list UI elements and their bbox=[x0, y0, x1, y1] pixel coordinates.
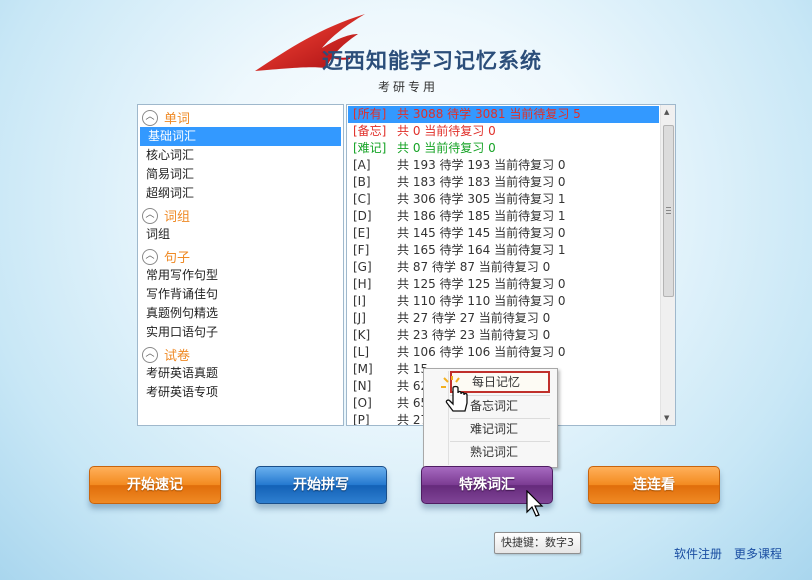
category-group-phrases: ︿ 词组 词组 bbox=[138, 206, 343, 244]
match-game-button[interactable]: 连连看 bbox=[588, 466, 720, 504]
row-stats: 共 23 待学 23 当前待复习 0 bbox=[397, 328, 551, 342]
row-stats: 共 186 待学 185 当前待复习 1 bbox=[397, 209, 566, 223]
category-group-title: 单词 bbox=[164, 112, 191, 127]
row-stats: 共 183 待学 183 当前待复习 0 bbox=[397, 175, 566, 189]
category-group-title: 词组 bbox=[164, 210, 191, 225]
row-tag: [K] bbox=[353, 328, 371, 342]
row-tag: [N] bbox=[353, 379, 372, 393]
start-spelling-button[interactable]: 开始拼写 bbox=[255, 466, 387, 504]
row-stats: 共 145 待学 145 当前待复习 0 bbox=[397, 226, 566, 240]
shortcut-tooltip: 快捷键：数字3 bbox=[494, 532, 581, 554]
row-tag: [J] bbox=[353, 311, 366, 325]
row-stats: 共 106 待学 106 当前待复习 0 bbox=[397, 345, 566, 359]
app-subtitle: 考研专用 bbox=[378, 80, 439, 94]
row-tag: [O] bbox=[353, 396, 372, 410]
row-stats: 共 0 当前待复习 0 bbox=[397, 124, 496, 138]
row-tag: [P] bbox=[353, 413, 370, 426]
row-stats: 共 110 待学 110 当前待复习 0 bbox=[397, 294, 566, 308]
list-row[interactable]: [所有] 共 3088 待学 3081 当前待复习 5 bbox=[348, 106, 659, 123]
chevron-up-icon[interactable]: ︿ bbox=[142, 346, 158, 363]
category-item-writing-patterns[interactable]: 常用写作句型 bbox=[138, 266, 343, 285]
more-courses-link[interactable]: 更多课程 bbox=[734, 545, 782, 562]
register-link[interactable]: 软件注册 bbox=[674, 545, 722, 562]
row-stats: 共 193 待学 193 当前待复习 0 bbox=[397, 158, 566, 172]
category-group-title: 试卷 bbox=[164, 349, 191, 364]
hand-pointer-icon bbox=[441, 376, 468, 412]
row-stats: 共 3088 待学 3081 当前待复习 5 bbox=[397, 107, 581, 121]
row-tag: [所有] bbox=[353, 107, 387, 121]
category-group-header[interactable]: ︿ 词组 bbox=[138, 206, 343, 225]
list-row[interactable]: [I] 共 110 待学 110 当前待复习 0 bbox=[348, 293, 659, 310]
list-row[interactable]: [难记] 共 0 当前待复习 0 bbox=[348, 140, 659, 157]
chevron-up-icon[interactable]: ︿ bbox=[142, 109, 158, 126]
category-group-title: 句子 bbox=[164, 251, 191, 266]
row-tag: [I] bbox=[353, 294, 366, 308]
scroll-up-arrow-icon[interactable]: ▲ bbox=[664, 108, 669, 116]
category-group-header[interactable]: ︿ 单词 bbox=[138, 108, 343, 127]
row-tag: [F] bbox=[353, 243, 370, 257]
category-group-papers: ︿ 试卷 考研英语真题 考研英语专项 bbox=[138, 345, 343, 402]
menu-item-hard-vocab[interactable]: 难记词汇 bbox=[450, 418, 550, 440]
row-tag: [E] bbox=[353, 226, 370, 240]
row-tag: [M] bbox=[353, 362, 373, 376]
list-row[interactable]: [F] 共 165 待学 164 当前待复习 1 bbox=[348, 242, 659, 259]
category-item-phrases[interactable]: 词组 bbox=[138, 225, 343, 244]
list-row[interactable]: [K] 共 23 待学 23 当前待复习 0 bbox=[348, 327, 659, 344]
row-stats: 共 0 当前待复习 0 bbox=[397, 141, 496, 155]
category-item-topic-practice[interactable]: 考研英语专项 bbox=[138, 383, 343, 402]
row-stats: 共 306 待学 305 当前待复习 1 bbox=[397, 192, 566, 206]
category-item-beyond-syllabus[interactable]: 超纲词汇 bbox=[138, 184, 343, 203]
scrollbar-thumb[interactable] bbox=[663, 125, 674, 297]
list-row[interactable]: [D] 共 186 待学 185 当前待复习 1 bbox=[348, 208, 659, 225]
row-stats: 共 87 待学 87 当前待复习 0 bbox=[397, 260, 551, 274]
list-row[interactable]: [C] 共 306 待学 305 当前待复习 1 bbox=[348, 191, 659, 208]
category-item-exam-examples[interactable]: 真题例句精选 bbox=[138, 304, 343, 323]
row-tag: [C] bbox=[353, 192, 371, 206]
category-group-words: ︿ 单词 基础词汇 核心词汇 简易词汇 超纲词汇 bbox=[138, 108, 343, 203]
row-tag: [A] bbox=[353, 158, 371, 172]
row-stats: 共 27 待学 27 当前待复习 0 bbox=[397, 311, 551, 325]
category-group-header[interactable]: ︿ 试卷 bbox=[138, 345, 343, 364]
list-row[interactable]: [L] 共 106 待学 106 当前待复习 0 bbox=[348, 344, 659, 361]
row-tag: [难记] bbox=[353, 141, 387, 155]
scroll-down-arrow-icon[interactable]: ▼ bbox=[664, 414, 669, 422]
arrow-cursor-icon bbox=[526, 490, 544, 517]
category-item-core-vocab[interactable]: 核心词汇 bbox=[138, 146, 343, 165]
category-item-past-papers[interactable]: 考研英语真题 bbox=[138, 364, 343, 383]
chevron-up-icon[interactable]: ︿ bbox=[142, 207, 158, 224]
row-stats: 共 165 待学 164 当前待复习 1 bbox=[397, 243, 566, 257]
row-tag: [L] bbox=[353, 345, 370, 359]
category-item-writing-sentences[interactable]: 写作背诵佳句 bbox=[138, 285, 343, 304]
category-item-easy-vocab[interactable]: 简易词汇 bbox=[138, 165, 343, 184]
category-group-header[interactable]: ︿ 句子 bbox=[138, 247, 343, 266]
row-tag: [G] bbox=[353, 260, 372, 274]
list-row[interactable]: [A] 共 193 待学 193 当前待复习 0 bbox=[348, 157, 659, 174]
category-group-sentences: ︿ 句子 常用写作句型 写作背诵佳句 真题例句精选 实用口语句子 bbox=[138, 247, 343, 342]
list-row[interactable]: [H] 共 125 待学 125 当前待复习 0 bbox=[348, 276, 659, 293]
row-tag: [备忘] bbox=[353, 124, 387, 138]
category-item-basic-vocab[interactable]: 基础词汇 bbox=[140, 127, 341, 146]
row-tag: [H] bbox=[353, 277, 372, 291]
app-title: 迈西知能学习记忆系统 bbox=[322, 48, 542, 73]
start-memorize-button[interactable]: 开始速记 bbox=[89, 466, 221, 504]
row-tag: [B] bbox=[353, 175, 371, 189]
list-row[interactable]: [G] 共 87 待学 87 当前待复习 0 bbox=[348, 259, 659, 276]
list-row[interactable]: [J] 共 27 待学 27 当前待复习 0 bbox=[348, 310, 659, 327]
menu-item-known-vocab[interactable]: 熟记词汇 bbox=[450, 441, 550, 463]
row-tag: [D] bbox=[353, 209, 372, 223]
chevron-up-icon[interactable]: ︿ bbox=[142, 248, 158, 265]
list-row[interactable]: [备忘] 共 0 当前待复习 0 bbox=[348, 123, 659, 140]
list-row[interactable]: [E] 共 145 待学 145 当前待复习 0 bbox=[348, 225, 659, 242]
row-stats: 共 125 待学 125 当前待复习 0 bbox=[397, 277, 566, 291]
list-row[interactable]: [B] 共 183 待学 183 当前待复习 0 bbox=[348, 174, 659, 191]
category-item-spoken-sentences[interactable]: 实用口语句子 bbox=[138, 323, 343, 342]
list-scrollbar[interactable]: ▲ ▼ bbox=[660, 105, 675, 425]
category-panel: ︿ 单词 基础词汇 核心词汇 简易词汇 超纲词汇 ︿ 词组 词组 ︿ 句子 常用… bbox=[137, 104, 344, 426]
